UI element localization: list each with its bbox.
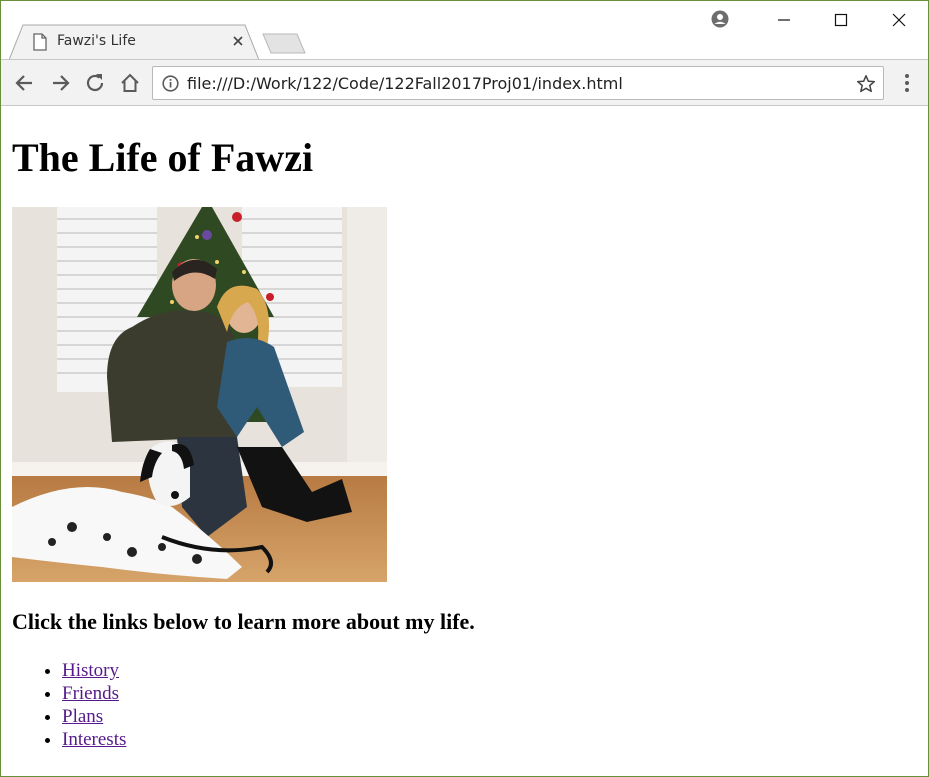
list-item: Plans	[62, 705, 126, 728]
link-friends[interactable]: Friends	[62, 683, 119, 704]
list-item: History	[62, 659, 126, 682]
window-close-button[interactable]	[876, 5, 922, 35]
info-icon[interactable]	[162, 75, 179, 92]
list-item: Interests	[62, 728, 126, 751]
browser-toolbar: file:///D:/Work/122/Code/122Fall2017Proj…	[1, 59, 928, 106]
reload-icon[interactable]	[82, 70, 108, 96]
maximize-button[interactable]	[818, 5, 864, 35]
maximize-icon	[834, 13, 848, 27]
link-interests[interactable]: Interests	[62, 729, 126, 750]
tab-strip: Fawzi's Life	[1, 1, 928, 60]
active-tab[interactable]: Fawzi's Life	[9, 24, 260, 60]
page-icon	[33, 33, 47, 51]
close-icon[interactable]	[231, 34, 245, 48]
page-title: The Life of Fawzi	[12, 135, 314, 180]
minimize-button[interactable]	[761, 5, 807, 35]
back-arrow-icon[interactable]	[12, 70, 38, 96]
link-plans[interactable]: Plans	[62, 706, 103, 727]
url-text[interactable]: file:///D:/Work/122/Code/122Fall2017Proj…	[187, 74, 623, 93]
star-icon[interactable]	[856, 74, 876, 94]
link-history[interactable]: History	[62, 660, 119, 681]
address-bar[interactable]: file:///D:/Work/122/Code/122Fall2017Proj…	[152, 66, 884, 100]
window-close-icon	[892, 13, 906, 27]
nav-link-list: History Friends Plans Interests	[62, 659, 126, 751]
list-item: Friends	[62, 682, 126, 705]
family-photo	[12, 207, 387, 582]
forward-arrow-icon[interactable]	[47, 70, 73, 96]
kebab-menu-icon[interactable]	[897, 72, 917, 94]
links-intro: Click the links below to learn more abou…	[12, 609, 475, 634]
new-tab-icon[interactable]	[261, 31, 307, 55]
tab-title: Fawzi's Life	[57, 33, 136, 49]
browser-window: Fawzi's Life file:///D:/Work/122/Code/12…	[0, 0, 929, 777]
profile-icon[interactable]	[711, 10, 729, 28]
home-icon[interactable]	[117, 70, 143, 96]
page-content: The Life of Fawzi Click the links below …	[1, 106, 928, 776]
minimize-icon	[778, 19, 790, 21]
